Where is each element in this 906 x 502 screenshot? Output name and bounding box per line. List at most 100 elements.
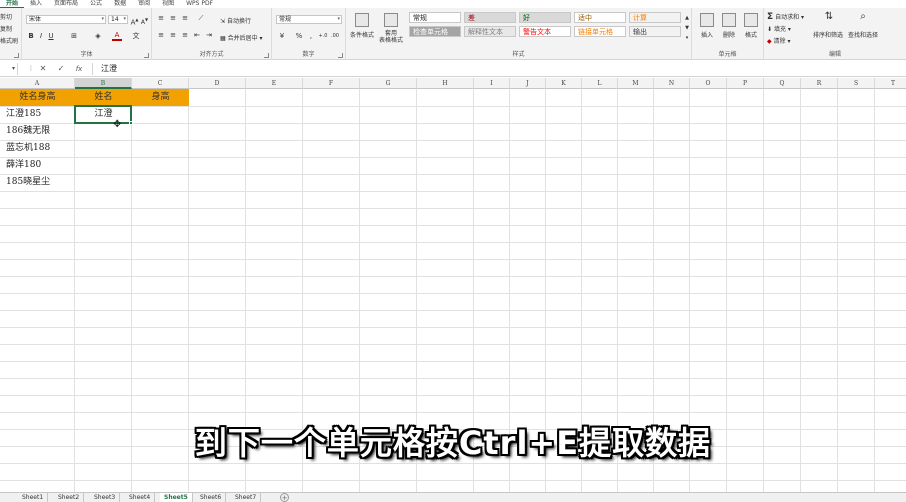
underline-button[interactable]: U (47, 32, 55, 40)
table-format-label[interactable]: 套用 表格格式 (376, 30, 406, 44)
column-header-c[interactable]: C (132, 78, 189, 89)
find-select-label[interactable]: 查找和选择 (844, 30, 882, 39)
merge-center-button[interactable]: ▦ 合并后居中 ▾ (220, 33, 263, 42)
tab-formulas[interactable]: 公式 (84, 0, 108, 8)
column-header-d[interactable]: D (189, 78, 246, 89)
sort-filter-icon[interactable]: ⇅ (822, 12, 836, 22)
italic-button[interactable]: I (37, 32, 45, 40)
cell-style-item[interactable]: 输出 (629, 26, 681, 37)
gallery-more-icon[interactable]: ▾ (684, 34, 690, 42)
cell-style-item[interactable]: 常规 (409, 12, 461, 23)
tab-view[interactable]: 视图 (156, 0, 180, 8)
column-header-i[interactable]: I (474, 78, 510, 89)
formula-input[interactable]: 江澄 (92, 63, 906, 75)
font-name-select[interactable]: 宋体 ▾ (26, 15, 106, 24)
cell-style-item[interactable]: 适中 (574, 12, 626, 23)
header-cell[interactable]: 身高 (132, 89, 189, 106)
gallery-down-icon[interactable]: ▼ (684, 24, 690, 32)
sheet-tab[interactable]: Sheet3 (90, 493, 121, 502)
align-bottom-icon[interactable]: ≡ (180, 14, 190, 22)
column-header-j[interactable]: J (510, 78, 546, 89)
tab-data[interactable]: 数据 (108, 0, 132, 8)
column-header-o[interactable]: O (690, 78, 727, 89)
data-cell[interactable] (132, 123, 189, 140)
autosum-button[interactable]: Σ 自动求和 ▾ (767, 12, 804, 22)
format-cells-icon[interactable] (744, 13, 758, 27)
header-cell[interactable]: 姓名 (75, 89, 132, 106)
data-cell[interactable] (132, 174, 189, 191)
data-cell[interactable] (132, 157, 189, 174)
fill-handle[interactable] (129, 121, 133, 125)
column-header-q[interactable]: Q (764, 78, 801, 89)
clear-button[interactable]: ◆ 清除 ▾ (767, 36, 790, 45)
column-header-s[interactable]: S (838, 78, 875, 89)
tab-page-layout[interactable]: 页面布局 (48, 0, 84, 8)
add-sheet-button[interactable]: + (280, 493, 289, 502)
column-header-k[interactable]: K (546, 78, 582, 89)
tab-review[interactable]: 审阅 (132, 0, 156, 8)
column-header-m[interactable]: M (618, 78, 654, 89)
sheet-tab[interactable]: Sheet2 (54, 493, 85, 502)
header-cell[interactable]: 姓名身高 (0, 89, 75, 106)
column-header-n[interactable]: N (654, 78, 690, 89)
name-box[interactable]: ▾ (0, 63, 18, 75)
sheet-tab[interactable]: Sheet7 (231, 493, 262, 502)
align-right-icon[interactable]: ≡ (180, 31, 190, 39)
grow-font-icon[interactable]: A▲ (130, 16, 139, 26)
data-cell[interactable] (75, 140, 132, 157)
align-left-icon[interactable]: ≡ (156, 31, 166, 39)
borders-icon[interactable]: ⊞ (68, 32, 80, 40)
delete-cells-icon[interactable] (722, 13, 736, 27)
percent-button[interactable]: % (294, 32, 304, 40)
align-middle-icon[interactable]: ≡ (168, 14, 178, 22)
sort-filter-label[interactable]: 排序和筛选 (810, 30, 846, 39)
align-center-icon[interactable]: ≡ (168, 31, 178, 39)
format-painter-button[interactable]: 格式刷 (0, 36, 18, 45)
currency-icon[interactable]: ¥ (276, 32, 288, 40)
increase-indent-icon[interactable]: ⇥ (204, 31, 214, 39)
cell-style-item[interactable]: 链接单元格 (574, 26, 626, 37)
format-cells-label[interactable]: 格式 (738, 30, 764, 39)
phonetic-icon[interactable]: 文 (130, 32, 142, 40)
tab-wps-pdf[interactable]: WPS PDF (180, 0, 219, 8)
sheet-tab[interactable]: Sheet1 (18, 493, 49, 502)
cell-style-item[interactable]: 差 (464, 12, 516, 23)
font-size-select[interactable]: 14 ▾ (108, 15, 128, 24)
data-cell[interactable]: 蓝忘机188 (6, 140, 75, 157)
orientation-icon[interactable]: ⟋ (196, 14, 206, 22)
alignment-launcher-icon[interactable] (264, 53, 269, 58)
column-header-r[interactable]: R (801, 78, 838, 89)
column-header-h[interactable]: H (417, 78, 474, 89)
data-cell[interactable] (75, 123, 132, 140)
column-header-e[interactable]: E (246, 78, 303, 89)
gallery-up-icon[interactable]: ▲ (684, 14, 690, 22)
conditional-format-icon[interactable] (355, 13, 369, 27)
data-cell[interactable] (75, 157, 132, 174)
data-cell[interactable] (75, 174, 132, 191)
data-cell[interactable] (132, 106, 189, 123)
insert-cells-icon[interactable] (700, 13, 714, 27)
column-header-l[interactable]: L (582, 78, 618, 89)
cell-style-item[interactable]: 好 (519, 12, 571, 23)
data-cell[interactable]: 186魏无限 (6, 123, 75, 140)
column-header-f[interactable]: F (303, 78, 360, 89)
increase-decimal-icon[interactable]: +.0 (318, 32, 328, 40)
insert-function-button[interactable]: fx (72, 63, 86, 75)
column-header-a[interactable]: A (0, 78, 75, 89)
cell-style-item[interactable]: 警告文本 (519, 26, 571, 37)
cell-style-item[interactable]: 检查单元格 (409, 26, 461, 37)
tab-home[interactable]: 开始 (0, 0, 25, 8)
font-color-button[interactable]: A (112, 32, 122, 41)
column-header-p[interactable]: P (727, 78, 764, 89)
column-header-g[interactable]: G (360, 78, 417, 89)
data-cell[interactable]: 薛洋180 (6, 157, 75, 174)
copy-button[interactable]: 复制 (0, 24, 12, 33)
cut-button[interactable]: 剪切 (0, 12, 12, 21)
cell-style-item[interactable]: 解释性文本 (464, 26, 516, 37)
table-format-icon[interactable] (384, 13, 398, 27)
conditional-format-label[interactable]: 条件格式 (348, 30, 376, 39)
bold-button[interactable]: B (27, 32, 35, 40)
column-header-b[interactable]: B (75, 78, 132, 89)
data-cell[interactable] (132, 140, 189, 157)
confirm-formula-button[interactable]: ✓ (54, 63, 68, 75)
